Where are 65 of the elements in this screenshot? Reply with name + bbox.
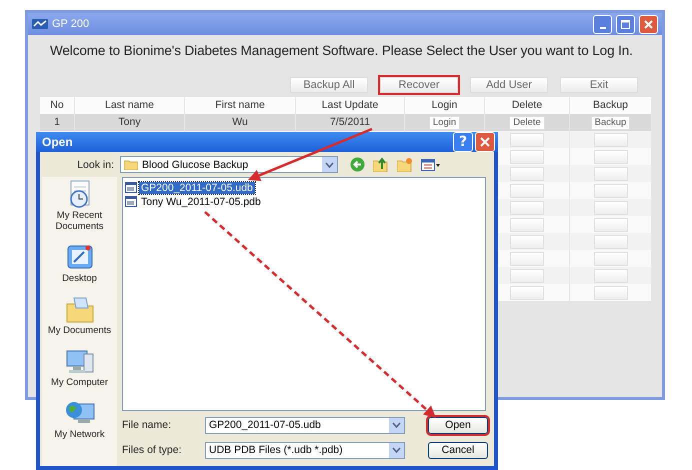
- view-menu-icon[interactable]: [421, 158, 441, 172]
- look-in-label: Look in:: [76, 158, 114, 170]
- blank-button[interactable]: [510, 150, 544, 164]
- dialog-title: Open: [42, 135, 74, 149]
- new-folder-icon[interactable]: [397, 157, 413, 172]
- caret-icon: [392, 447, 401, 453]
- blank-button[interactable]: [594, 234, 628, 248]
- dropdown-value: Blood Glucose Backup: [142, 158, 248, 170]
- blank-button[interactable]: [594, 184, 628, 198]
- blank-button[interactable]: [510, 166, 544, 180]
- folder-up-icon[interactable]: [373, 157, 389, 172]
- row-button[interactable]: Backup: [590, 116, 630, 130]
- places-item[interactable]: Desktop: [44, 242, 116, 284]
- blank-button[interactable]: [594, 200, 628, 214]
- toolbar-button[interactable]: Exit: [560, 77, 638, 93]
- minimize-button[interactable]: [593, 14, 612, 34]
- blank-button[interactable]: [510, 132, 544, 146]
- file-type-dropdown[interactable]: UDB PDB Files (*.udb *.pdb): [205, 442, 405, 458]
- close-button[interactable]: [475, 132, 495, 152]
- blank-button[interactable]: [510, 252, 544, 266]
- minimize-icon: [600, 26, 606, 28]
- blank-button[interactable]: [510, 200, 544, 214]
- caret-icon: [392, 422, 401, 428]
- dialog-button[interactable]: Open: [428, 416, 488, 434]
- blank-button[interactable]: [594, 132, 628, 146]
- maximize-icon: [621, 20, 630, 28]
- file-item[interactable]: GP200_2011-07-05.udb: [139, 182, 255, 194]
- dialog-button[interactable]: Cancel: [428, 442, 488, 458]
- close-icon: [644, 20, 653, 28]
- places-item[interactable]: My Recent Documents: [44, 179, 116, 232]
- toolbar-button[interactable]: Backup All: [290, 77, 368, 93]
- blank-button[interactable]: [510, 218, 544, 232]
- row-button[interactable]: Login: [428, 116, 460, 130]
- blank-button[interactable]: [510, 286, 544, 300]
- blank-button[interactable]: [594, 252, 628, 266]
- welcome-text: Welcome to Bionime's Diabetes Management Software. Please Select the User you want to Log In.: [50, 43, 634, 58]
- blank-button[interactable]: [594, 166, 628, 180]
- blank-button[interactable]: [594, 150, 628, 164]
- file-item[interactable]: Tony Wu_2011-07-05.pdb: [139, 196, 263, 208]
- file-name-field[interactable]: GP200_2011-07-05.udb: [205, 416, 405, 434]
- file-type-label: Files of type:: [122, 444, 183, 456]
- row-button[interactable]: Delete: [509, 116, 545, 130]
- blank-button[interactable]: [594, 268, 628, 282]
- blank-button[interactable]: [510, 184, 544, 198]
- blank-button[interactable]: [510, 268, 544, 282]
- places-item[interactable]: My Network: [44, 398, 116, 440]
- places-item[interactable]: My Documents: [44, 294, 116, 336]
- toolbar-button[interactable]: Recover: [380, 77, 458, 93]
- maximize-button[interactable]: [616, 14, 635, 34]
- blank-button[interactable]: [594, 286, 628, 300]
- look-in-dropdown[interactable]: Blood Glucose Backup: [120, 156, 338, 173]
- close-button[interactable]: [639, 14, 658, 34]
- file-icon: [125, 196, 137, 207]
- toolbar-button[interactable]: Add User: [470, 77, 548, 93]
- close-icon: [480, 137, 490, 147]
- file-icon: [125, 182, 137, 193]
- folder-icon: [124, 159, 138, 170]
- app-icon: [32, 18, 48, 30]
- window-title: GP 200: [52, 18, 90, 30]
- file-name-label: File name:: [122, 419, 172, 431]
- blank-button[interactable]: [510, 234, 544, 248]
- blank-button[interactable]: [594, 218, 628, 232]
- help-button[interactable]: ?: [453, 132, 473, 152]
- places-item[interactable]: My Computer: [44, 346, 116, 388]
- caret-icon: [325, 162, 334, 168]
